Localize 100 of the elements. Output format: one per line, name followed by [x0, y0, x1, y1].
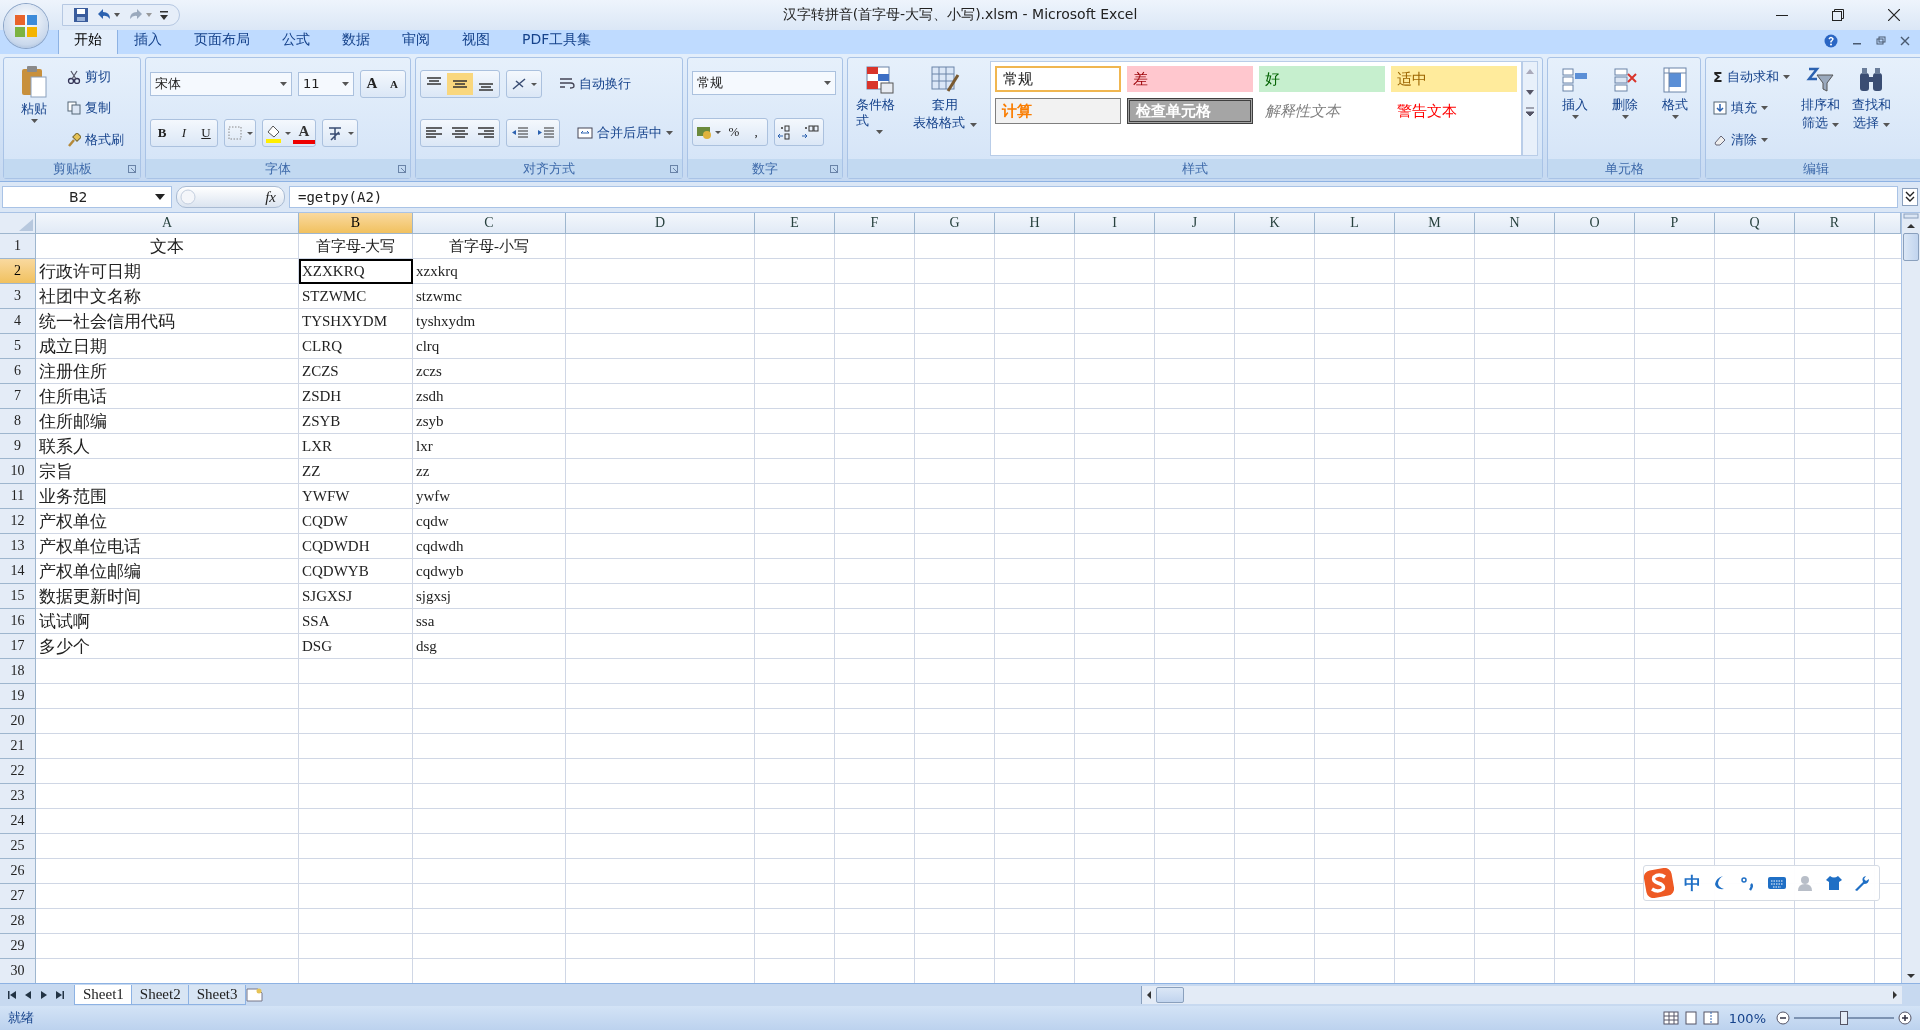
help-icon[interactable]: [1824, 34, 1838, 48]
column-header[interactable]: K: [1235, 213, 1315, 234]
customize-toolbar-icon[interactable]: [159, 8, 169, 22]
ribbon-tab[interactable]: 插入: [118, 26, 178, 54]
sheet-tab[interactable]: Sheet2: [130, 985, 190, 1005]
editing-command[interactable]: 清除: [1710, 130, 1793, 151]
row-header[interactable]: 29: [0, 934, 36, 959]
ribbon-tab[interactable]: PDF工具集: [506, 26, 608, 54]
shrink-font-button[interactable]: A: [383, 71, 405, 96]
name-box[interactable]: B2: [2, 186, 172, 208]
row-header[interactable]: 9: [0, 434, 36, 459]
font-size-field[interactable]: 11: [298, 71, 354, 96]
zoom-out-icon[interactable]: [1776, 1011, 1790, 1025]
font-name-field[interactable]: 宋体: [150, 71, 292, 96]
row-header[interactable]: 16: [0, 609, 36, 634]
row-header[interactable]: 4: [0, 309, 36, 334]
ribbon-tab[interactable]: 视图: [446, 26, 506, 54]
row-header[interactable]: 27: [0, 884, 36, 909]
last-sheet-icon[interactable]: [54, 989, 66, 1001]
row-header[interactable]: 13: [0, 534, 36, 559]
row-header[interactable]: 23: [0, 784, 36, 809]
row-header[interactable]: 6: [0, 359, 36, 384]
close-icon[interactable]: [1888, 9, 1900, 21]
input-mode-toggle[interactable]: 中: [1684, 871, 1701, 895]
zoom-in-icon[interactable]: [1898, 1011, 1912, 1025]
scrollbar-thumb[interactable]: [1903, 233, 1919, 261]
vertical-align-icon[interactable]: [447, 72, 473, 95]
wrap-text-button[interactable]: 自动换行: [556, 73, 634, 94]
column-header[interactable]: M: [1395, 213, 1475, 234]
row-header[interactable]: 25: [0, 834, 36, 859]
row-header[interactable]: 12: [0, 509, 36, 534]
cell-style[interactable]: 常规: [995, 66, 1121, 92]
editing-command[interactable]: 排序和 筛选: [1796, 61, 1844, 156]
clipboard-command[interactable]: 复制: [64, 98, 127, 119]
percent-button[interactable]: %: [723, 120, 745, 145]
row-header[interactable]: 20: [0, 709, 36, 734]
cells-command[interactable]: 插入: [1552, 61, 1598, 156]
cells-command[interactable]: 格式: [1652, 61, 1698, 156]
row-header[interactable]: 7: [0, 384, 36, 409]
wrench-icon[interactable]: [1853, 874, 1871, 892]
column-header[interactable]: N: [1475, 213, 1555, 234]
row-header[interactable]: 15: [0, 584, 36, 609]
page-break-icon[interactable]: [1702, 1011, 1719, 1025]
merge-center-button[interactable]: 合并后居中: [574, 123, 676, 144]
expand-icon[interactable]: [1902, 188, 1918, 206]
column-header[interactable]: C: [413, 213, 566, 234]
horizontal-scrollbar[interactable]: [1141, 986, 1902, 1004]
formula-field[interactable]: =getpy(A2): [289, 186, 1898, 208]
restore-icon[interactable]: [1832, 9, 1844, 21]
column-header[interactable]: J: [1155, 213, 1235, 234]
column-header[interactable]: A: [36, 213, 299, 234]
dialog-launcher-icon[interactable]: [670, 164, 678, 173]
dialog-launcher-icon[interactable]: [830, 164, 838, 173]
comma-style-button[interactable]: ,: [745, 120, 767, 145]
first-sheet-icon[interactable]: [6, 989, 18, 1001]
row-header[interactable]: 26: [0, 859, 36, 884]
row-header[interactable]: 18: [0, 659, 36, 684]
row-header[interactable]: 22: [0, 759, 36, 784]
number-format-field[interactable]: 常规: [692, 70, 836, 95]
format-button[interactable]: B: [151, 121, 173, 146]
row-header[interactable]: 30: [0, 959, 36, 983]
column-header[interactable]: I: [1075, 213, 1155, 234]
column-header[interactable]: D: [566, 213, 755, 234]
sheet-tab[interactable]: Sheet1: [74, 985, 133, 1005]
cells-command[interactable]: 删除: [1602, 61, 1648, 156]
column-header[interactable]: O: [1555, 213, 1635, 234]
editing-command[interactable]: Σ 自动求和: [1710, 66, 1793, 87]
column-header[interactable]: G: [915, 213, 995, 234]
column-header[interactable]: F: [835, 213, 915, 234]
dialog-launcher-icon[interactable]: [398, 164, 406, 173]
editing-command[interactable]: 查找和 选择: [1847, 61, 1895, 156]
row-header[interactable]: 10: [0, 459, 36, 484]
zoom-level[interactable]: 100%: [1728, 1010, 1766, 1026]
conditional-formatting-button[interactable]: 条件格式: [852, 61, 908, 156]
shirt-icon[interactable]: [1825, 874, 1843, 892]
column-header[interactable]: H: [995, 213, 1075, 234]
row-header[interactable]: 8: [0, 409, 36, 434]
cell-style[interactable]: 适中: [1391, 66, 1517, 92]
insert-function-button[interactable]: fx: [265, 188, 276, 206]
editing-command[interactable]: 填充: [1710, 98, 1793, 119]
column-header[interactable]: L: [1315, 213, 1395, 234]
row-header[interactable]: 2: [0, 259, 36, 284]
row-header[interactable]: 11: [0, 484, 36, 509]
clipboard-command[interactable]: 剪切: [64, 66, 127, 87]
keyboard-icon[interactable]: [1767, 875, 1787, 891]
format-button[interactable]: I: [173, 121, 195, 146]
cell-style[interactable]: 差: [1127, 66, 1253, 92]
sheet-tab[interactable]: Sheet3: [187, 985, 247, 1005]
row-header[interactable]: 14: [0, 559, 36, 584]
office-button[interactable]: [4, 4, 48, 48]
column-header[interactable]: P: [1635, 213, 1715, 234]
paste-button[interactable]: 粘贴: [8, 61, 60, 156]
grow-font-button[interactable]: A: [361, 71, 383, 96]
ribbon-tab[interactable]: 页面布局: [178, 26, 266, 54]
vertical-scrollbar[interactable]: [1901, 213, 1920, 983]
dialog-launcher-icon[interactable]: [128, 164, 136, 173]
column-header[interactable]: E: [755, 213, 835, 234]
ribbon-tab[interactable]: 数据: [326, 26, 386, 54]
save-icon[interactable]: [73, 7, 89, 23]
row-header[interactable]: 3: [0, 284, 36, 309]
